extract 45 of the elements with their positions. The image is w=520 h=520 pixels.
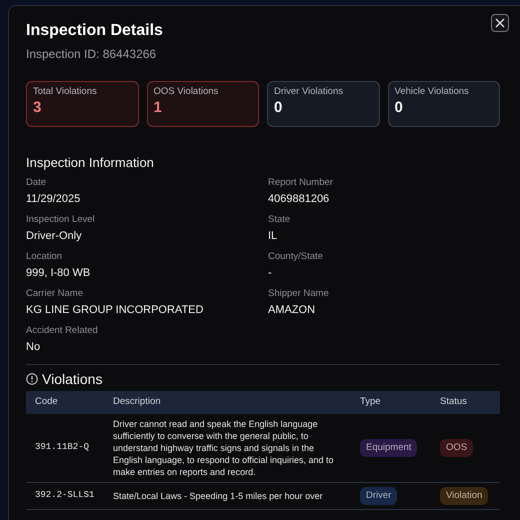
table-cell: 392.2-SLLS1 [26,482,104,510]
field-value: Driver-Only [26,228,83,243]
status-tag: Violation [440,486,488,505]
field-value: 11/29/2025 [26,192,82,206]
close-icon [495,18,505,28]
field-value: 4069881206 [268,192,330,206]
field-value: 999, I-80 WB [26,266,92,280]
column-header: Code [26,391,104,414]
section-heading: Violations [42,370,102,388]
inspection-id: Inspection ID: 86443266 [26,46,158,63]
field-value: KG LINE GROUP INCORPORATED [26,302,204,317]
field-label: Carrier Name [26,288,84,300]
field-label: Date [26,176,48,189]
field-value: AMAZON [268,302,316,317]
type-tag: Equipment [360,438,418,457]
modal-title: Inspection Details [26,21,164,41]
field-label: Report Number [268,176,334,189]
stat-label: Vehicle Violations [394,85,470,98]
table-cell: Driver cannot read and speak the English language sufficiently to converse with the general public, to understand highway traffic signs and signals in the English language, to respond to official inquiries, and to make entries on reports and record. [104,414,351,482]
stat-label: Total Violations [33,85,98,98]
section-heading: Inspection Information [26,155,155,171]
field-label: Location [26,250,63,263]
field-label: State [268,214,292,226]
stat-value: 1 [154,98,163,118]
status-tag: OOS [440,438,474,457]
close-button[interactable] [491,14,509,32]
stat-label: Driver Violations [274,85,344,98]
table-cell: State/Local Laws - Speeding 1-5 miles per hour over [104,482,351,510]
stat-value: 3 [33,98,42,118]
column-header: Description [104,391,351,414]
field-label: County/State [268,250,324,263]
column-header: Type [351,391,431,414]
field-value: No [26,340,42,354]
field-value: IL [268,228,278,243]
stat-value: 0 [274,98,284,118]
field-value: - [268,266,273,280]
stat-label: OOS Violations [154,85,220,98]
info-icon [26,372,38,385]
field-label: Inspection Level [26,214,96,226]
table-cell: 391.11B2-Q [26,414,104,482]
stat-value: 0 [394,98,404,118]
field-label: Shipper Name [268,288,330,300]
field-label: Accident Related [26,324,99,337]
column-header: Status [431,391,500,414]
type-tag: Driver [360,486,398,505]
